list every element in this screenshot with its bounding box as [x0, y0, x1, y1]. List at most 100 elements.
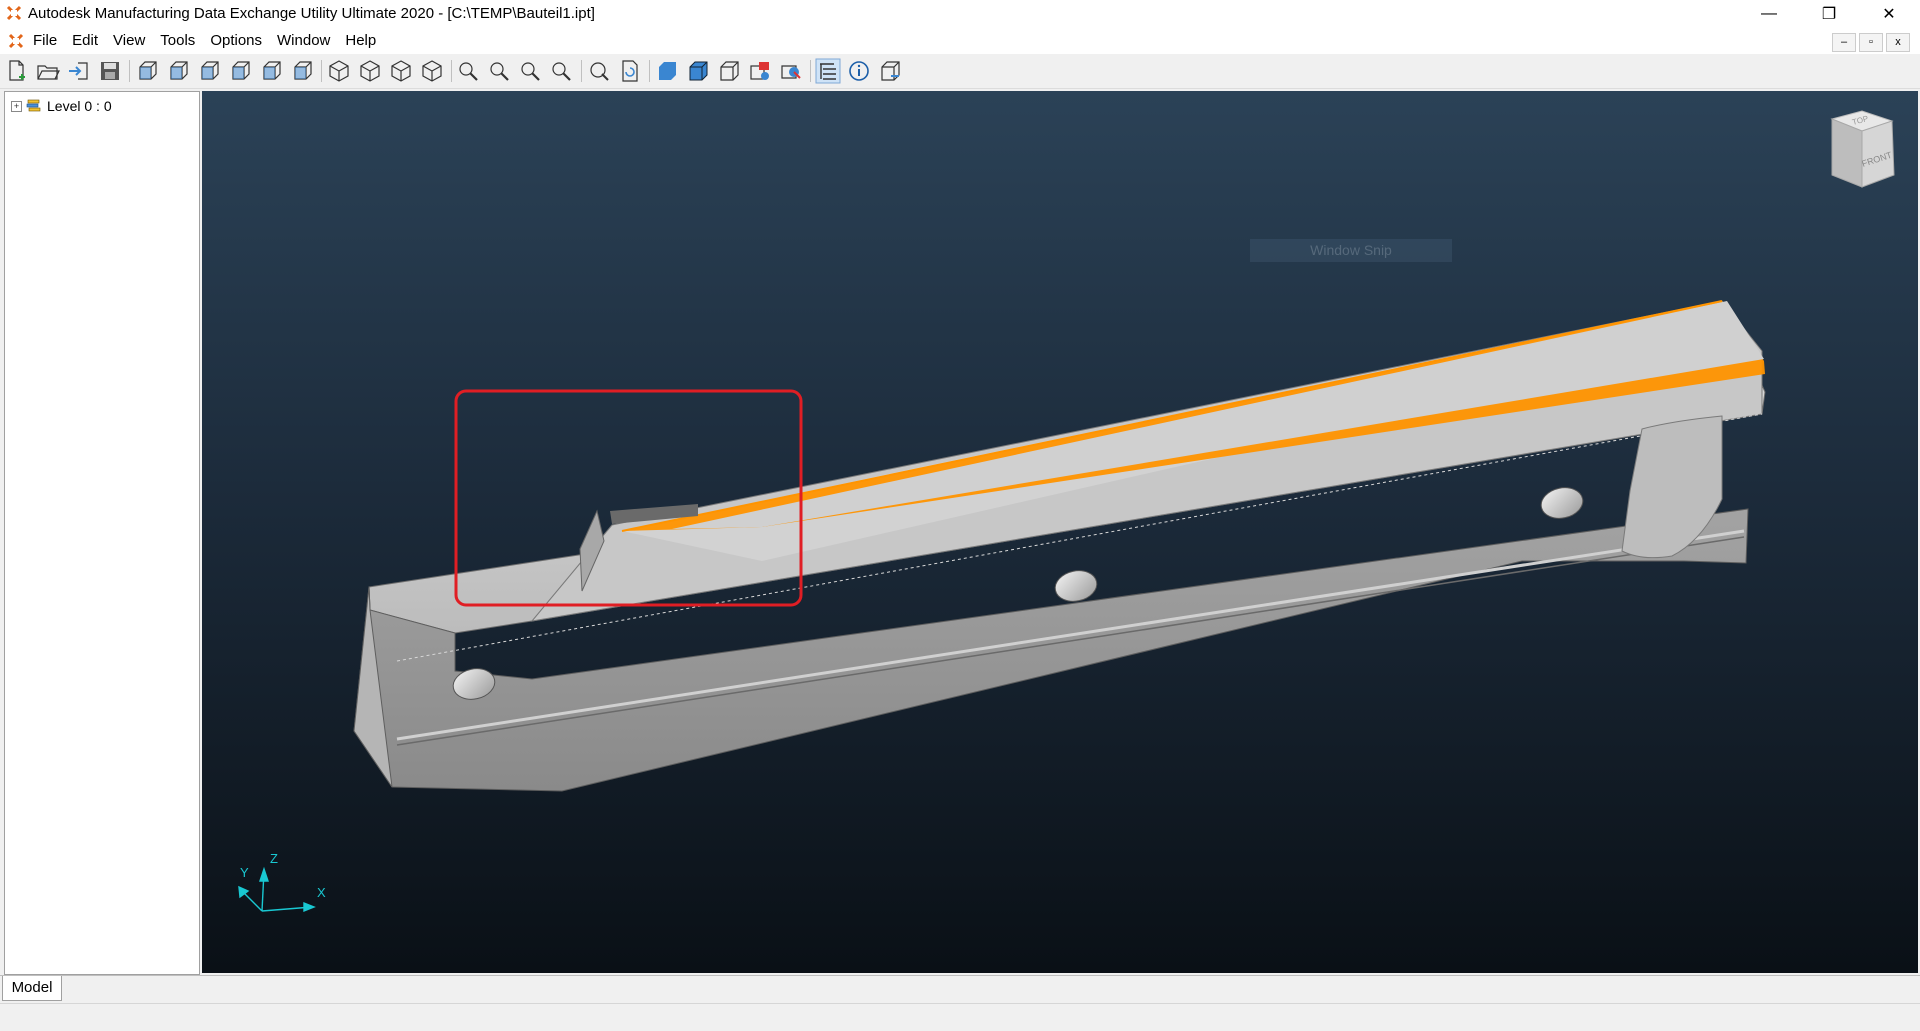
mdi-minimize-button[interactable]: – [1832, 33, 1856, 52]
iso-view-3-button[interactable] [388, 58, 414, 84]
menu-window[interactable]: Window [277, 32, 330, 49]
zoom-in-button[interactable] [487, 58, 513, 84]
iso-view-2-icon [360, 60, 380, 82]
refresh-button[interactable] [617, 58, 643, 84]
toolbar-separator [649, 60, 650, 82]
close-button[interactable]: ✕ [1860, 0, 1918, 28]
shaded-edges-icon [689, 61, 708, 81]
info-icon [849, 61, 869, 81]
view-right-icon [232, 61, 250, 80]
view-front-button[interactable] [134, 58, 160, 84]
zoom-fit-icon [552, 62, 571, 81]
save-button[interactable] [97, 58, 123, 84]
layers-icon [26, 99, 41, 112]
refresh-icon [622, 60, 638, 82]
axis-z-label: Z [270, 851, 278, 866]
restore-button[interactable]: ❐ [1800, 0, 1858, 28]
viewcube[interactable]: TOP FRONT [1830, 110, 1895, 188]
zoom-fit-button[interactable] [549, 58, 575, 84]
axis-triad: X Y Z [238, 851, 326, 913]
view-top-button[interactable] [258, 58, 284, 84]
shaded-edges-button[interactable] [685, 58, 711, 84]
view-left-button[interactable] [196, 58, 222, 84]
toolbar-separator [321, 60, 322, 82]
zoom-window-icon [459, 62, 478, 81]
iso-view-2-button[interactable] [357, 58, 383, 84]
wireframe-icon [720, 61, 739, 81]
zoom-window-button[interactable] [456, 58, 482, 84]
view-front-icon [139, 61, 157, 80]
view-right-button[interactable] [227, 58, 253, 84]
mdi-close-button[interactable]: x [1886, 33, 1910, 52]
3d-viewport[interactable]: TOP FRONT X Y Z Window Snip [202, 91, 1918, 973]
new-button[interactable] [4, 58, 30, 84]
shaded-button[interactable] [654, 58, 680, 84]
menu-tools[interactable]: Tools [160, 32, 195, 49]
iso-view-1-icon [329, 60, 349, 82]
expand-icon[interactable]: + [11, 100, 22, 112]
menu-options[interactable]: Options [210, 32, 262, 49]
menu-help[interactable]: Help [345, 32, 376, 49]
part-model[interactable] [353, 300, 1766, 792]
view-bottom-button[interactable] [289, 58, 315, 84]
part-hole-2 [1054, 570, 1098, 602]
part-front-face [353, 508, 1749, 792]
mdi-controls: – ▫ x [1829, 33, 1910, 52]
toolbar-separator [810, 60, 811, 82]
part-hole-3 [1540, 487, 1584, 519]
tree-item-label: Level 0 : 0 [47, 98, 112, 114]
window-title: Autodesk Manufacturing Data Exchange Uti… [28, 5, 595, 22]
view-back-button[interactable] [165, 58, 191, 84]
tab-strip: Model [0, 975, 1920, 1002]
section-button[interactable] [747, 58, 773, 84]
rotate-icon [590, 62, 609, 81]
menu-edit[interactable]: Edit [72, 32, 98, 49]
toolbar-separator [129, 60, 130, 82]
toolbar-separator [581, 60, 582, 82]
axis-y-label: Y [240, 865, 249, 880]
document-icon[interactable] [8, 33, 24, 49]
open-icon [37, 65, 60, 80]
toolbar [0, 54, 1920, 89]
open-button[interactable] [35, 58, 61, 84]
tree-item-level[interactable]: + Level 0 : 0 [11, 98, 112, 114]
view-bottom-icon [294, 61, 312, 80]
tree-toggle-button[interactable] [815, 58, 841, 84]
import-button[interactable] [66, 58, 92, 84]
model-tree: + Level 0 : 0 [4, 91, 200, 975]
zoom-out-icon [521, 62, 540, 81]
wireframe-button[interactable] [716, 58, 742, 84]
mdi-restore-button[interactable]: ▫ [1859, 33, 1883, 52]
new-icon [9, 60, 25, 81]
title-bar: Autodesk Manufacturing Data Exchange Uti… [0, 0, 1920, 28]
zoom-out-button[interactable] [518, 58, 544, 84]
view-left-icon [201, 61, 219, 80]
toolbar-separator [451, 60, 452, 82]
shaded-icon [659, 62, 676, 80]
status-bar [0, 1003, 1920, 1031]
render-icon [781, 65, 801, 79]
section-icon [750, 62, 769, 80]
3d-box-button[interactable] [877, 58, 903, 84]
view-back-icon [170, 61, 188, 80]
zoom-in-icon [490, 62, 509, 81]
menu-view[interactable]: View [113, 32, 145, 49]
minimize-button[interactable]: — [1740, 0, 1798, 28]
tab-model[interactable]: Model [2, 976, 62, 1001]
rotate-button[interactable] [586, 58, 612, 84]
3d-box-icon [881, 61, 900, 81]
menu-bar: File Edit View Tools Options Window Help [0, 28, 1920, 54]
render-button[interactable] [778, 58, 804, 84]
window-snip-overlay: Window Snip [1250, 239, 1452, 262]
menu-file[interactable]: File [33, 32, 57, 49]
iso-view-1-button[interactable] [326, 58, 352, 84]
save-icon [101, 62, 119, 80]
import-icon [69, 62, 88, 80]
iso-view-4-button[interactable] [419, 58, 445, 84]
model-canvas[interactable]: TOP FRONT X Y Z [202, 91, 1918, 973]
iso-view-3-icon [391, 60, 411, 82]
app-logo-icon [6, 5, 22, 21]
info-button[interactable] [846, 58, 872, 84]
iso-view-4-icon [422, 60, 442, 82]
axis-x-label: X [317, 885, 326, 900]
